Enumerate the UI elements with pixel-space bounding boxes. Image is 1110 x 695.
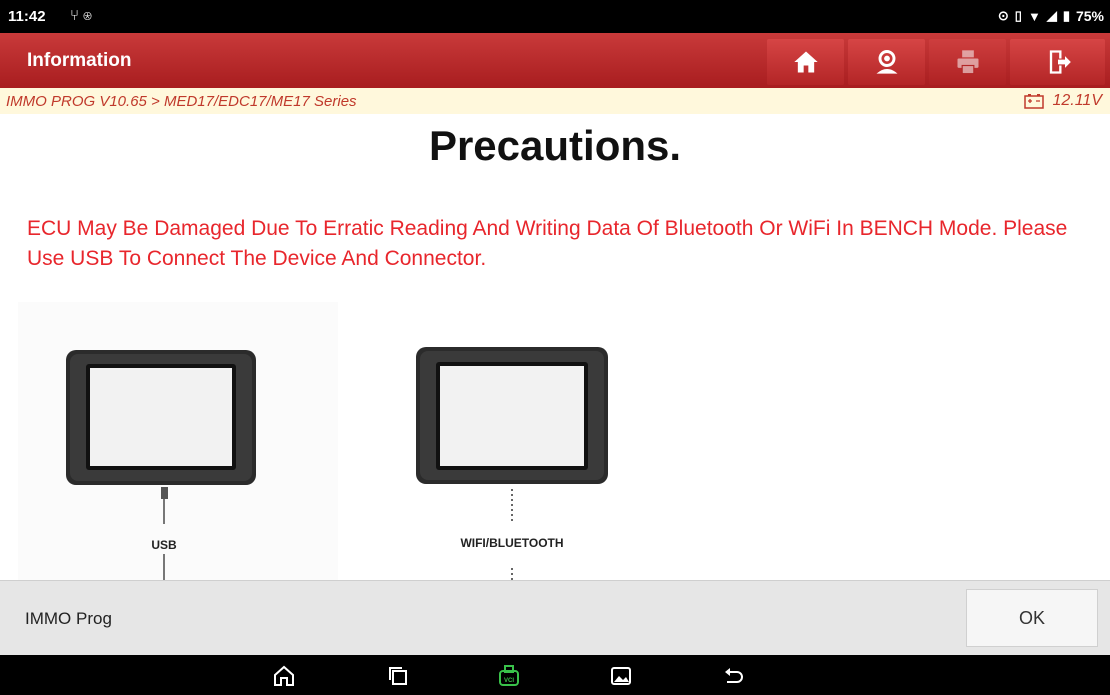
connection-illustration: USB WIFI/BLUETOOTH — [18, 302, 658, 580]
footer-bar: IMMO Prog OK — [0, 580, 1110, 656]
battery-icon: ▮ — [1062, 8, 1070, 23]
app-header: Information — [0, 33, 1110, 88]
status-time: 11:42 — [8, 8, 46, 25]
exit-button[interactable] — [1010, 39, 1105, 85]
bluetooth-icon: ⊛ — [83, 7, 97, 24]
print-icon — [957, 50, 978, 75]
battery-percent: 75% — [1075, 8, 1104, 24]
nav-recents-button[interactable] — [385, 663, 411, 689]
location-icon: ⊙ — [997, 8, 1009, 23]
vci-icon: VCI — [499, 665, 519, 686]
nav-gallery-button[interactable] — [608, 663, 634, 689]
gallery-icon — [611, 667, 631, 685]
nav-vci-button[interactable]: VCI — [496, 663, 522, 689]
wifi-bluetooth-label: WIFI/BLUETOOTH — [460, 536, 563, 550]
system-nav-bar: VCI — [0, 655, 1110, 695]
nav-home-button[interactable] — [271, 663, 297, 689]
system-status-bar: 11:42 ⑂⊛ ⊙ ▯ ▼ ◢ ▮ 75% — [0, 0, 1110, 33]
exit-icon — [1049, 50, 1071, 74]
voltage-value: 12.11V — [1052, 92, 1102, 109]
app-name: IMMO Prog — [25, 609, 112, 628]
recents-icon — [389, 667, 407, 685]
home-button[interactable] — [767, 39, 844, 85]
precautions-heading: Precautions. — [428, 122, 682, 169]
usb-label: USB — [151, 538, 177, 552]
page-title: Information — [27, 50, 132, 71]
home-icon — [793, 51, 818, 73]
ok-button[interactable]: OK — [966, 589, 1098, 647]
wifi-icon: ▼ — [1027, 8, 1041, 24]
nav-back-button[interactable] — [720, 663, 746, 689]
back-icon — [725, 668, 743, 683]
warning-text: ECU May Be Damaged Due To Erratic Readin… — [27, 217, 1068, 270]
car-battery-icon — [1024, 94, 1045, 109]
support-button[interactable] — [848, 39, 925, 85]
support-icon — [876, 50, 897, 74]
vibrate-icon: ▯ — [1014, 8, 1022, 23]
home-icon — [274, 665, 294, 686]
print-button[interactable] — [929, 39, 1006, 85]
breadcrumb: IMMO PROG V10.65 > MED17/EDC17/ME17 Seri… — [0, 88, 1110, 115]
main-content: Precautions. ECU May Be Damaged Due To E… — [0, 114, 1110, 580]
breadcrumb-path: IMMO PROG V10.65 > MED17/EDC17/ME17 Seri… — [6, 93, 357, 110]
usb-icon: ⑂ — [70, 7, 84, 24]
battery-voltage: 12.11V — [1024, 92, 1102, 110]
vci-label: VCI — [504, 678, 514, 684]
signal-icon: ◢ — [1046, 8, 1057, 23]
